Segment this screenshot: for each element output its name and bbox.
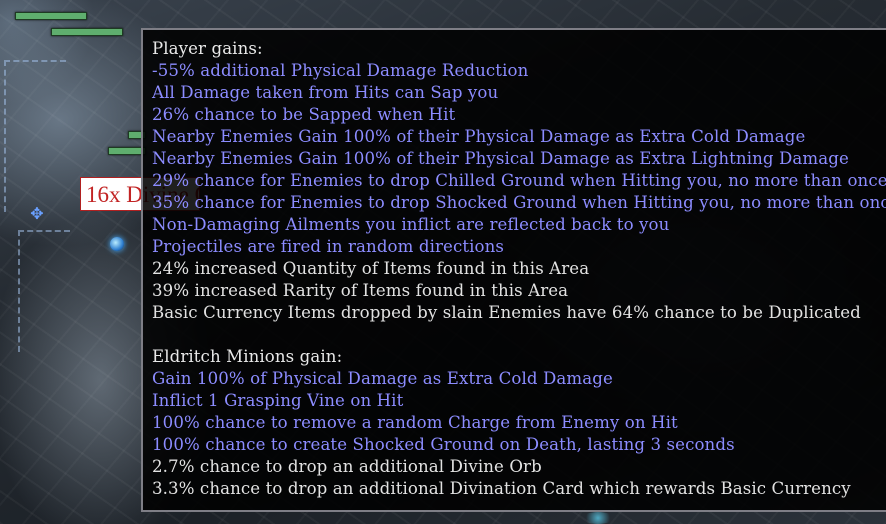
player-mod-line: 39% increased Rarity of Items found in t… xyxy=(152,281,569,300)
waypoint-icon: ✥ xyxy=(30,204,44,223)
minion-mod-list: Gain 100% of Physical Damage as Extra Co… xyxy=(152,368,886,500)
minion-gains-heading: Eldritch Minions gain: xyxy=(152,347,343,366)
player-mod-line: Non-Damaging Ailments you inflict are re… xyxy=(152,215,670,234)
player-mod-line: Nearby Enemies Gain 100% of their Physic… xyxy=(152,149,849,168)
player-mod-line: -55% additional Physical Damage Reductio… xyxy=(152,61,529,80)
monster-health-bar xyxy=(51,28,123,36)
minion-mod-line: 100% chance to create Shocked Ground on … xyxy=(152,435,735,454)
player-mod-line: Basic Currency Items dropped by slain En… xyxy=(152,303,861,322)
map-mods-tooltip: Player gains: -55% additional Physical D… xyxy=(141,28,886,512)
player-mod-list: -55% additional Physical Damage Reductio… xyxy=(152,60,886,324)
player-mod-line: Nearby Enemies Gain 100% of their Physic… xyxy=(152,127,806,146)
player-gains-heading: Player gains: xyxy=(152,39,263,58)
minimap-path xyxy=(18,230,70,352)
minimap-path xyxy=(4,60,66,212)
minion-mod-line: 3.3% chance to drop an additional Divina… xyxy=(152,479,851,498)
player-mod-line: 35% chance for Enemies to drop Shocked G… xyxy=(152,193,886,212)
player-mod-line: Projectiles are fired in random directio… xyxy=(152,237,505,256)
player-mod-line: 24% increased Quantity of Items found in… xyxy=(152,259,590,278)
player-mod-line: 26% chance to be Sapped when Hit xyxy=(152,105,456,124)
player-mod-line: All Damage taken from Hits can Sap you xyxy=(152,83,499,102)
minion-mod-line: 100% chance to remove a random Charge fr… xyxy=(152,413,678,432)
monster-health-bar xyxy=(15,12,87,20)
minion-mod-line: Gain 100% of Physical Damage as Extra Co… xyxy=(152,369,613,388)
minion-mod-line: 2.7% chance to drop an additional Divine… xyxy=(152,457,542,476)
minion-mod-line: Inflict 1 Grasping Vine on Hit xyxy=(152,391,404,410)
portal-orb-icon[interactable] xyxy=(110,237,124,251)
player-mod-line: 29% chance for Enemies to drop Chilled G… xyxy=(152,171,886,190)
light-glow xyxy=(582,512,614,524)
